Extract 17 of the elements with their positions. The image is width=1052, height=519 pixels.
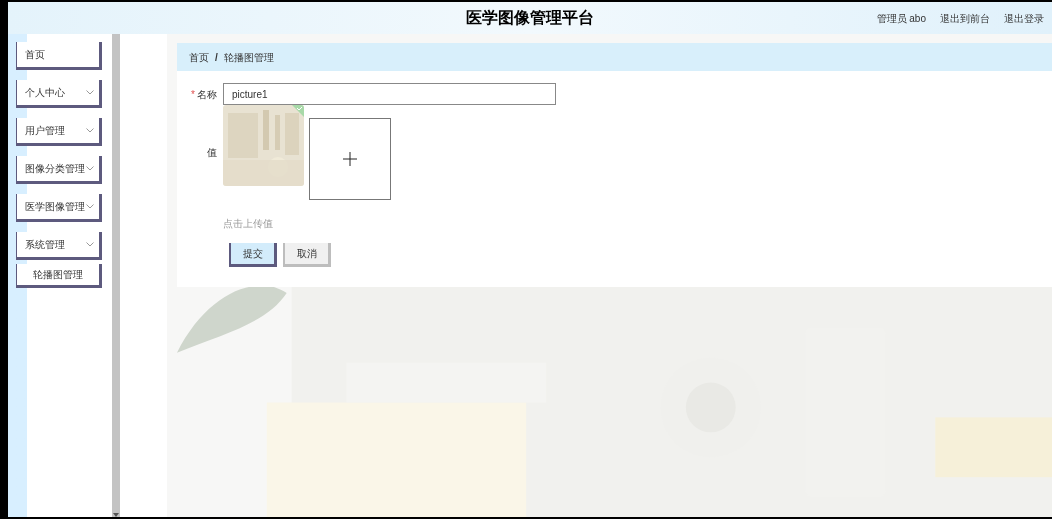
chevron-down-icon [86, 242, 94, 247]
header-link[interactable]: 退出到前台 [940, 10, 990, 26]
chevron-down-icon [86, 128, 94, 133]
chevron-down-icon [86, 90, 94, 95]
submenu-item[interactable]: 轮播图管理 [16, 264, 102, 288]
menu-item[interactable]: 医学图像管理 [16, 194, 102, 222]
menu-item[interactable]: 系统管理 [16, 232, 102, 260]
menu-item[interactable]: 用户管理 [16, 118, 102, 146]
menu-item[interactable]: 个人中心 [16, 80, 102, 108]
menu-item[interactable]: 图像分类管理 [16, 156, 102, 184]
chevron-down-icon [86, 204, 94, 209]
header-link[interactable]: 退出登录 [1004, 10, 1044, 26]
menu-item[interactable]: 首页 [16, 42, 102, 70]
chevron-down-icon [86, 166, 94, 171]
user-name: 管理员 abo [876, 11, 926, 26]
scroll-arrow-icon[interactable] [113, 513, 119, 517]
page-title: 医学图像管理平台 [466, 8, 594, 28]
